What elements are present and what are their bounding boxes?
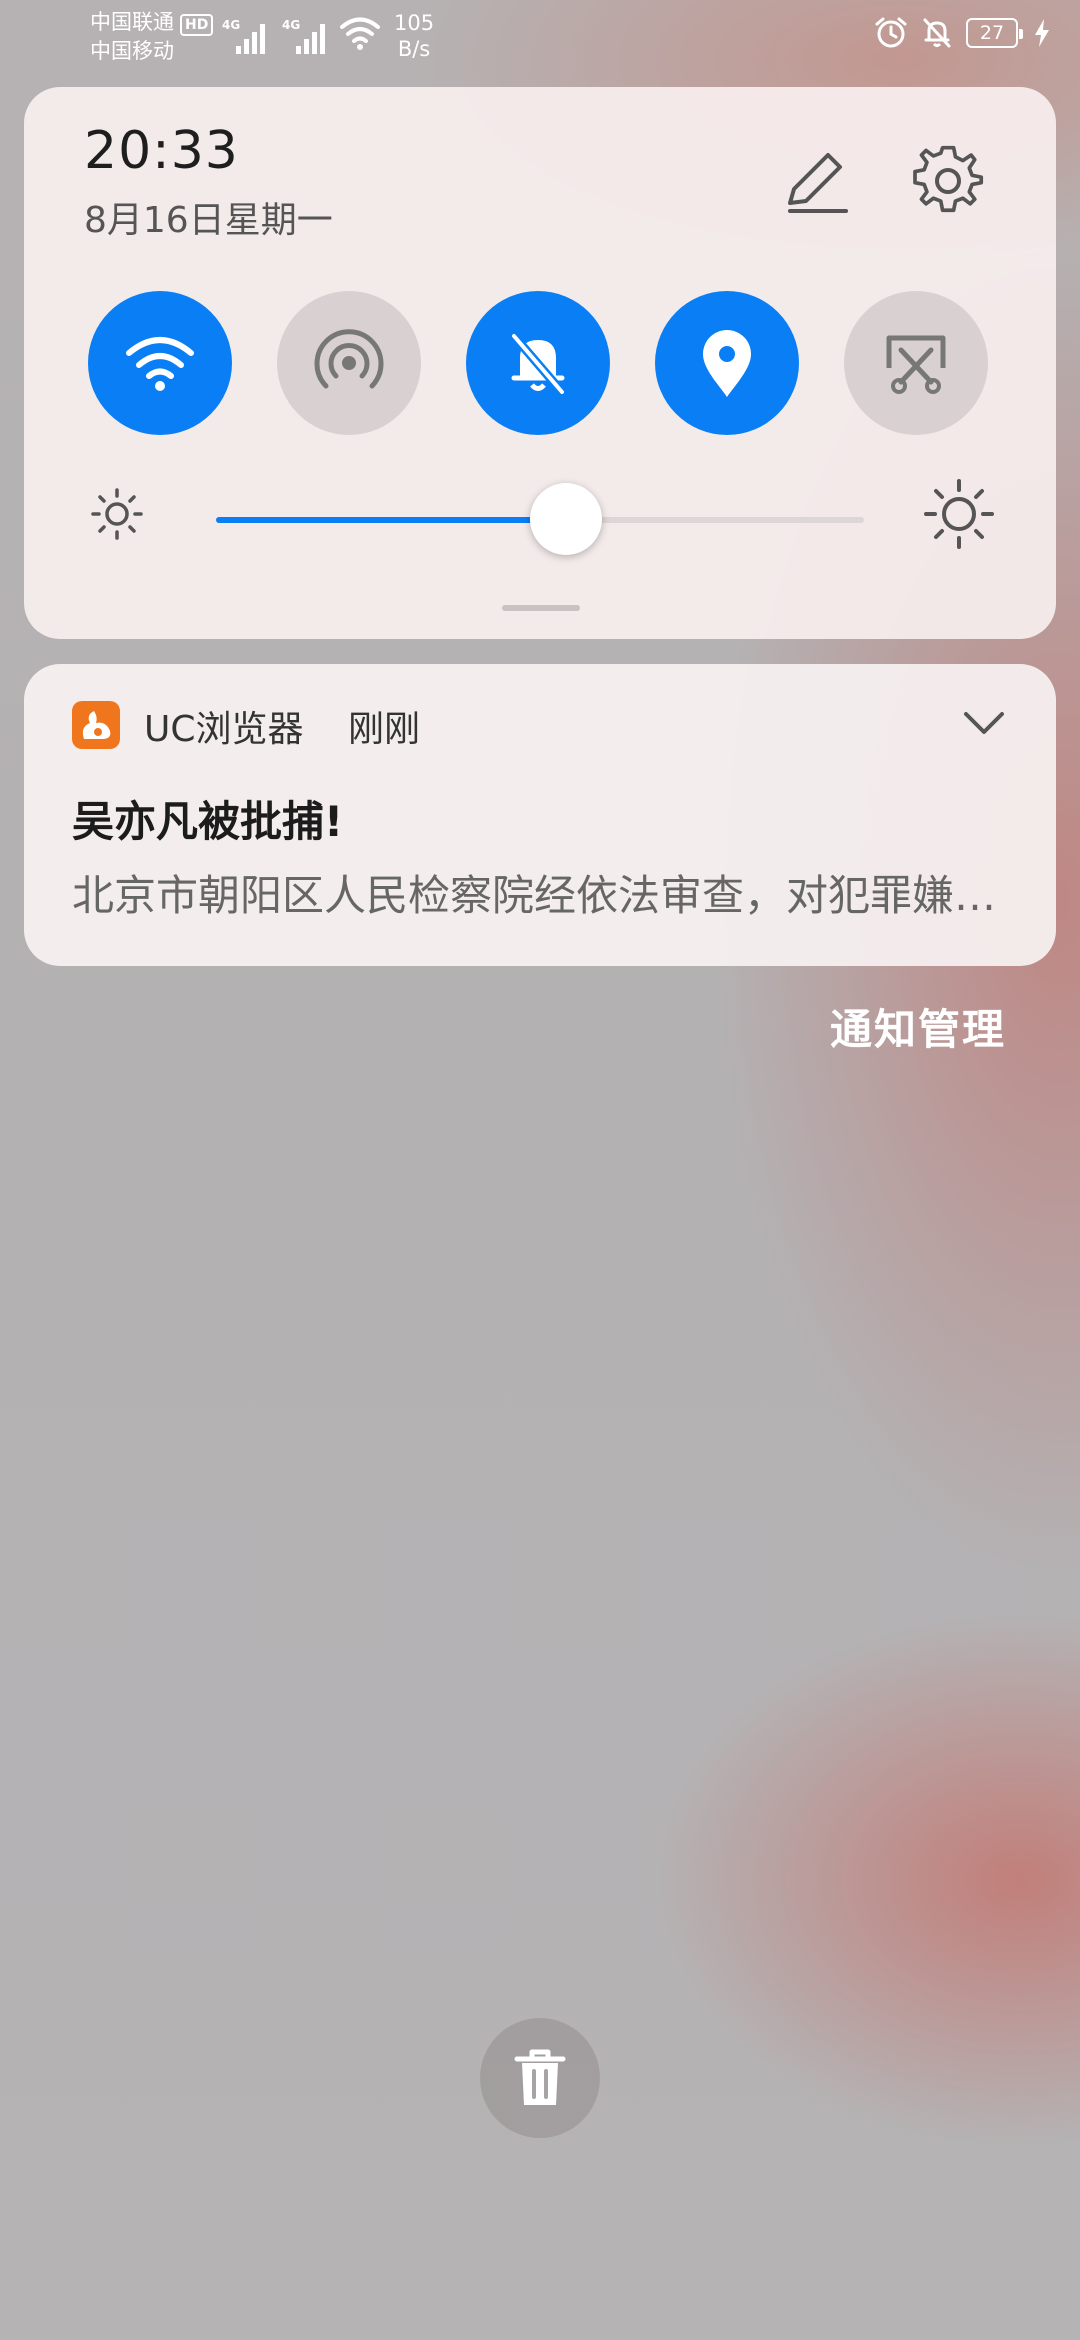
brightness-low-icon xyxy=(91,488,143,540)
clock-date: 8月16日星期一 xyxy=(84,200,333,241)
notification-title: 吴亦凡被批捕! xyxy=(72,797,344,846)
hotspot-toggle[interactable] xyxy=(277,291,421,435)
wifi-status-icon xyxy=(340,17,380,50)
hotspot-icon xyxy=(314,329,384,389)
notification-manage-button[interactable]: 通知管理 xyxy=(830,996,1006,1057)
mute-toggle[interactable] xyxy=(466,291,610,435)
notification-body: 北京市朝阳区人民检察院经依法审查，对犯罪嫌疑人吴亦凡以涉嫌强奸罪批准逮捕 xyxy=(72,871,1032,920)
status-bar: 中国联通 中国移动 HD 4G 4G 105 B/s 27 xyxy=(0,0,1080,70)
notification-card[interactable]: UC浏览器 刚刚 吴亦凡被批捕! 北京市朝阳区人民检察院经依法审查，对犯罪嫌疑人… xyxy=(24,664,1056,966)
brightness-slider-thumb[interactable] xyxy=(529,483,602,555)
speed-value: 105 xyxy=(394,11,435,35)
quick-settings-panel: 20:33 8月16日星期一 xyxy=(24,87,1056,639)
location-icon xyxy=(703,330,751,397)
squirrel-logo-icon xyxy=(82,711,111,739)
brightness-high-icon xyxy=(924,479,994,549)
carrier-info: 中国联通 中国移动 xyxy=(90,8,174,66)
hd-badge: HD xyxy=(180,14,214,36)
screenshot-icon xyxy=(886,335,946,394)
carrier-2: 中国移动 xyxy=(90,39,174,63)
brightness-slider-fill xyxy=(216,517,566,523)
bell-off-icon xyxy=(510,333,566,395)
alarm-icon xyxy=(875,17,907,48)
trash-icon xyxy=(514,2049,566,2105)
screenshot-toggle[interactable] xyxy=(844,291,988,435)
notification-time: 刚刚 xyxy=(348,709,421,750)
notification-app-name: UC浏览器 xyxy=(144,709,304,750)
carrier-1: 中国联通 xyxy=(90,10,174,34)
speed-unit: B/s xyxy=(397,37,431,61)
network-speed: 105 B/s xyxy=(394,10,434,62)
uc-browser-app-icon xyxy=(72,701,120,749)
battery-icon: 27 xyxy=(966,18,1023,48)
settings-gear-icon[interactable] xyxy=(912,145,984,217)
edit-pencil-icon[interactable] xyxy=(782,147,852,217)
wifi-toggle[interactable] xyxy=(88,291,232,435)
panel-expand-handle[interactable] xyxy=(502,605,580,611)
charging-icon xyxy=(1035,19,1049,47)
mute-icon xyxy=(923,18,951,48)
status-right-icons: 27 xyxy=(874,16,1050,50)
brightness-slider[interactable] xyxy=(216,483,864,555)
wifi-icon xyxy=(126,337,194,391)
clear-notifications-button[interactable] xyxy=(480,2018,600,2138)
chevron-down-icon[interactable] xyxy=(962,706,1006,742)
clock-time: 20:33 xyxy=(84,121,239,181)
location-toggle[interactable] xyxy=(655,291,799,435)
